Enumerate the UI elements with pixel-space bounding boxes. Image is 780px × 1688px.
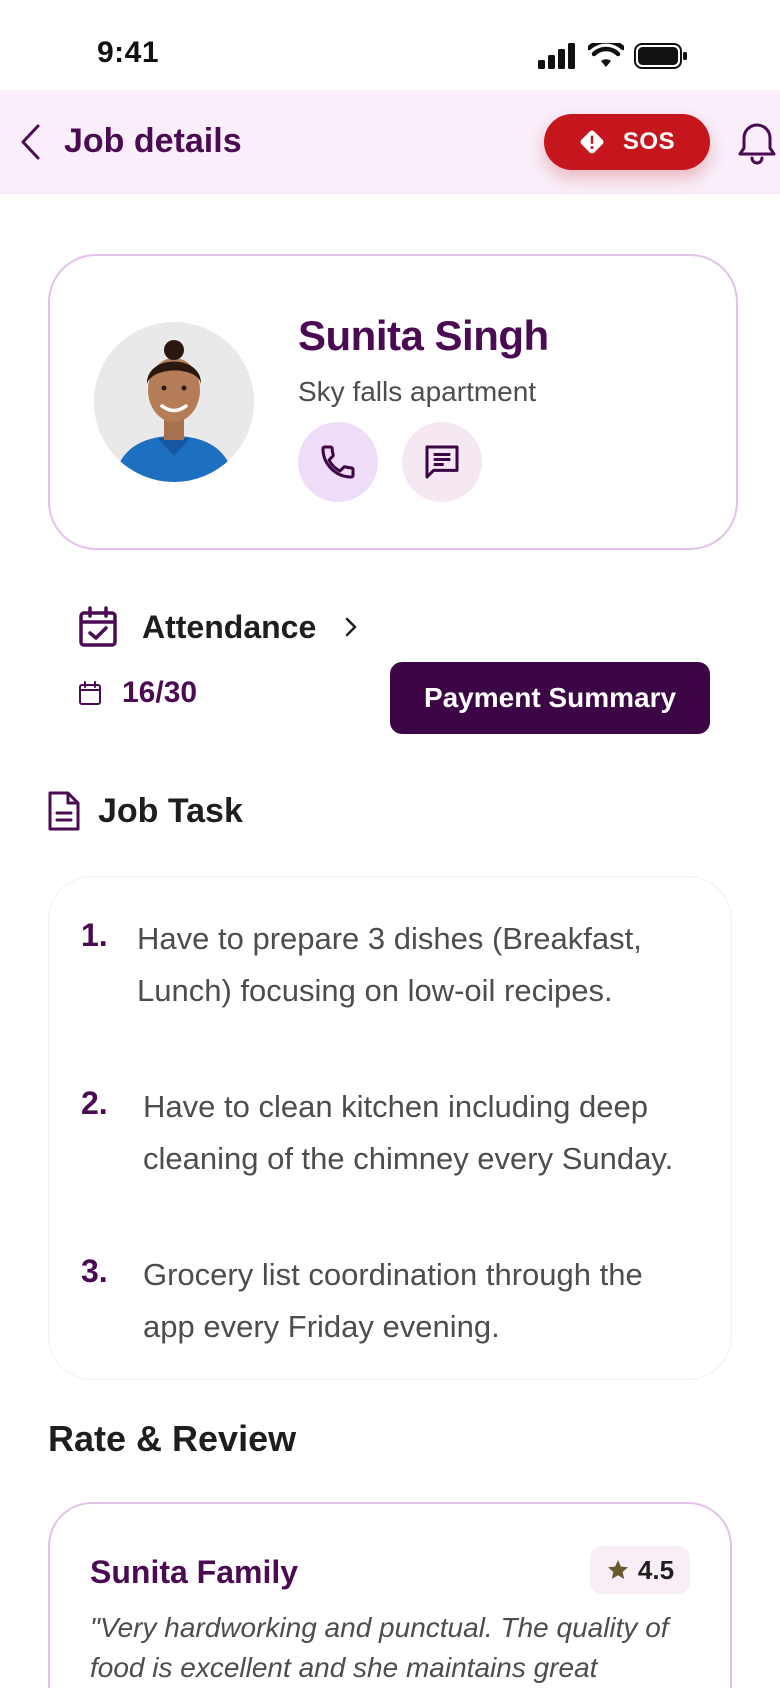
app-header: Job details SOS: [0, 90, 780, 194]
notification-button[interactable]: [734, 118, 780, 168]
task-number: 3.: [81, 1253, 108, 1289]
avatar: [94, 322, 254, 482]
review-section-title: Rate & Review: [48, 1418, 297, 1459]
back-button[interactable]: [10, 120, 50, 164]
attendance-count-row: 16/30: [78, 676, 197, 710]
calendar-icon: [79, 681, 101, 705]
payment-summary-button[interactable]: Payment Summary: [390, 662, 710, 734]
status-icons: [538, 40, 688, 72]
profile-name: Sunita Singh: [298, 312, 549, 359]
status-bar: 9:41: [0, 0, 780, 90]
list-item: 3. Grocery list coordination through the…: [81, 1249, 703, 1353]
chevron-right-icon: [344, 616, 358, 638]
back-arrow-icon: [21, 124, 40, 160]
sos-alert-icon: [580, 130, 604, 154]
signal-icon: [538, 43, 575, 69]
chat-icon: [425, 445, 459, 479]
rating-badge: 4.5: [590, 1546, 690, 1594]
review-text: "Very hardworking and punctual. The qual…: [90, 1612, 669, 1683]
status-time: 9:41: [97, 36, 160, 69]
reviewer-name: Sunita Family: [90, 1554, 299, 1590]
job-task-header: Job Task: [46, 790, 243, 832]
page-title: Job details: [64, 122, 242, 160]
task-number: 2.: [81, 1085, 108, 1121]
sos-label: SOS: [622, 128, 676, 155]
chat-button[interactable]: [402, 422, 482, 502]
phone-icon: [321, 445, 355, 479]
star-icon: [607, 1560, 628, 1579]
task-text: Grocery list coordination through the ap…: [143, 1257, 643, 1344]
job-task-title: Job Task: [98, 791, 243, 830]
profile-location: Sky falls apartment: [298, 376, 537, 407]
profile-card: Sunita Singh Sky falls apartment: [48, 254, 738, 550]
review-card: Sunita Family 4.5 "Very hardworking and …: [48, 1502, 732, 1688]
attendance-count: 16/30: [122, 676, 198, 709]
bell-icon: [738, 123, 776, 165]
battery-icon: [634, 43, 687, 69]
sos-button[interactable]: SOS: [544, 114, 710, 170]
rating-value: 4.5: [637, 1554, 675, 1585]
task-number: 1.: [81, 917, 108, 953]
wifi-icon: [588, 43, 624, 67]
task-text: Have to clean kitchen including deep cle…: [143, 1089, 674, 1176]
calendar-check-icon: [79, 606, 117, 647]
attendance-link[interactable]: Attendance: [78, 604, 398, 650]
call-button[interactable]: [298, 422, 378, 502]
list-item: 2. Have to clean kitchen including deep …: [81, 1081, 703, 1185]
list-item: 1. Have to prepare 3 dishes (Breakfast, …: [81, 913, 697, 1017]
attendance-label: Attendance: [142, 608, 317, 645]
task-text: Have to prepare 3 dishes (Breakfast, Lun…: [137, 921, 642, 1008]
task-list: 1. Have to prepare 3 dishes (Breakfast, …: [48, 876, 732, 1380]
document-icon: [48, 791, 80, 831]
